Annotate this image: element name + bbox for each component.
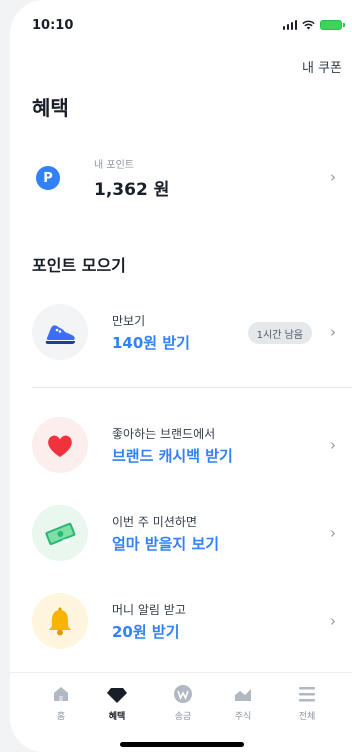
item-title: 20원 받기: [112, 623, 180, 641]
item-subtitle: 머니 알림 받고: [112, 603, 186, 617]
cellular-signal-icon: [282, 20, 297, 30]
tab-label: 주식: [234, 712, 252, 722]
item-subtitle: 이번 주 미션하면: [112, 515, 197, 529]
item-title: 얼마 받을지 보기: [112, 535, 220, 553]
section-title: 포인트 모으기: [32, 256, 126, 275]
my-coupon-link[interactable]: 내 쿠폰: [302, 57, 342, 76]
home-indicator: [120, 742, 244, 747]
point-value: 1,362 원: [94, 180, 170, 200]
app-screen: 10:10 내 쿠폰 혜택 P 내 포인트 1,362 원 › 포인트 모으기: [10, 0, 352, 752]
gem-icon: [107, 688, 127, 703]
chevron-right-icon: ›: [330, 612, 336, 630]
status-bar: 10:10: [32, 18, 345, 38]
battery-charging-icon: [320, 20, 345, 30]
point-label: 내 포인트: [94, 160, 134, 171]
my-points-row[interactable]: P 내 포인트 1,362 원 ›: [32, 152, 342, 202]
chevron-right-icon: ›: [330, 436, 336, 454]
sneaker-icon: [32, 304, 88, 360]
bottom-tab-bar: 홈 혜택 송금 주식 전체: [10, 672, 352, 752]
chevron-right-icon: ›: [330, 168, 336, 186]
home-icon: [54, 687, 68, 701]
bell-icon: [32, 593, 88, 649]
chevron-right-icon: ›: [330, 524, 336, 542]
list-item-money-alert[interactable]: 머니 알림 받고 20원 받기 ›: [32, 593, 342, 651]
list-item-pedometer[interactable]: 만보기 140원 받기 1시간 남음 ›: [32, 304, 342, 362]
money-icon: [32, 505, 88, 561]
item-title: 140원 받기: [112, 334, 190, 352]
tab-transfer[interactable]: 송금: [153, 683, 213, 722]
point-p-icon: P: [36, 166, 60, 190]
heart-icon: [32, 417, 88, 473]
status-icons: [282, 20, 345, 30]
tab-benefits[interactable]: 혜택: [87, 683, 147, 722]
page-title: 혜택: [32, 96, 69, 120]
status-time: 10:10: [32, 18, 74, 33]
wifi-icon: [302, 20, 315, 30]
item-subtitle: 좋아하는 브랜드에서: [112, 427, 216, 441]
tab-label: 혜택: [108, 712, 126, 722]
tab-stocks[interactable]: 주식: [213, 683, 273, 722]
stock-chart-icon: [235, 689, 251, 701]
tab-label: 송금: [174, 712, 192, 722]
list-item-weekly-mission[interactable]: 이번 주 미션하면 얼마 받을지 보기 ›: [32, 505, 342, 563]
item-subtitle: 만보기: [112, 314, 146, 328]
tab-label: 홈: [56, 712, 66, 722]
menu-icon: [299, 687, 315, 702]
time-remaining-badge: 1시간 남음: [247, 322, 312, 344]
tab-home[interactable]: 홈: [31, 683, 91, 722]
list-item-brand-cashback[interactable]: 좋아하는 브랜드에서 브랜드 캐시백 받기 ›: [32, 417, 342, 475]
tab-all[interactable]: 전체: [277, 683, 337, 722]
chevron-right-icon: ›: [330, 323, 336, 341]
section-divider: [32, 387, 352, 388]
item-title: 브랜드 캐시백 받기: [112, 447, 233, 465]
tab-label: 전체: [298, 712, 316, 722]
won-transfer-icon: [174, 685, 192, 703]
